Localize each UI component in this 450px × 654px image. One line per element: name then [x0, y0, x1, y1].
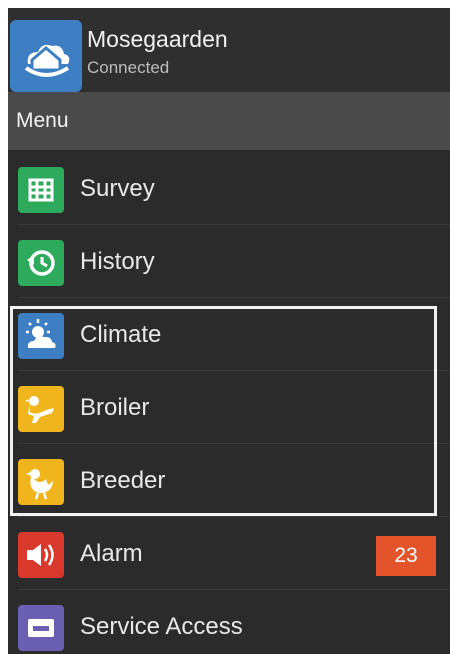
app-title: Mosegaarden: [87, 26, 228, 52]
navigation-drawer: Mosegaarden Connected Menu Survey Histor…: [8, 8, 450, 654]
cloud-house-icon: [24, 44, 70, 77]
menu-item-alarm[interactable]: Alarm 23: [8, 518, 450, 590]
divider: [18, 297, 450, 298]
app-logo: [10, 20, 82, 92]
service-card-icon: [18, 605, 64, 651]
alarm-count-badge: 23: [376, 536, 436, 576]
menu-item-history[interactable]: History: [8, 226, 450, 298]
menu-item-survey[interactable]: Survey: [8, 153, 450, 225]
menu-item-service-access[interactable]: Service Access: [8, 591, 450, 654]
divider: [18, 516, 450, 517]
divider: [18, 589, 450, 590]
menu-item-label: Service Access: [80, 613, 243, 640]
menu-item-label: Alarm: [80, 540, 143, 567]
menu-item-label: Survey: [80, 175, 155, 202]
selection-highlight-frame: [10, 306, 437, 516]
divider: [18, 224, 450, 225]
menu-item-label: History: [80, 248, 155, 275]
menu-section-header: Menu: [8, 92, 450, 150]
app-header: Mosegaarden Connected: [8, 8, 450, 92]
connection-status: Connected: [87, 58, 170, 77]
speaker-icon: [18, 532, 64, 578]
history-clock-icon: [18, 240, 64, 286]
grid-icon: [18, 167, 64, 213]
menu-section-label: Menu: [16, 109, 69, 132]
